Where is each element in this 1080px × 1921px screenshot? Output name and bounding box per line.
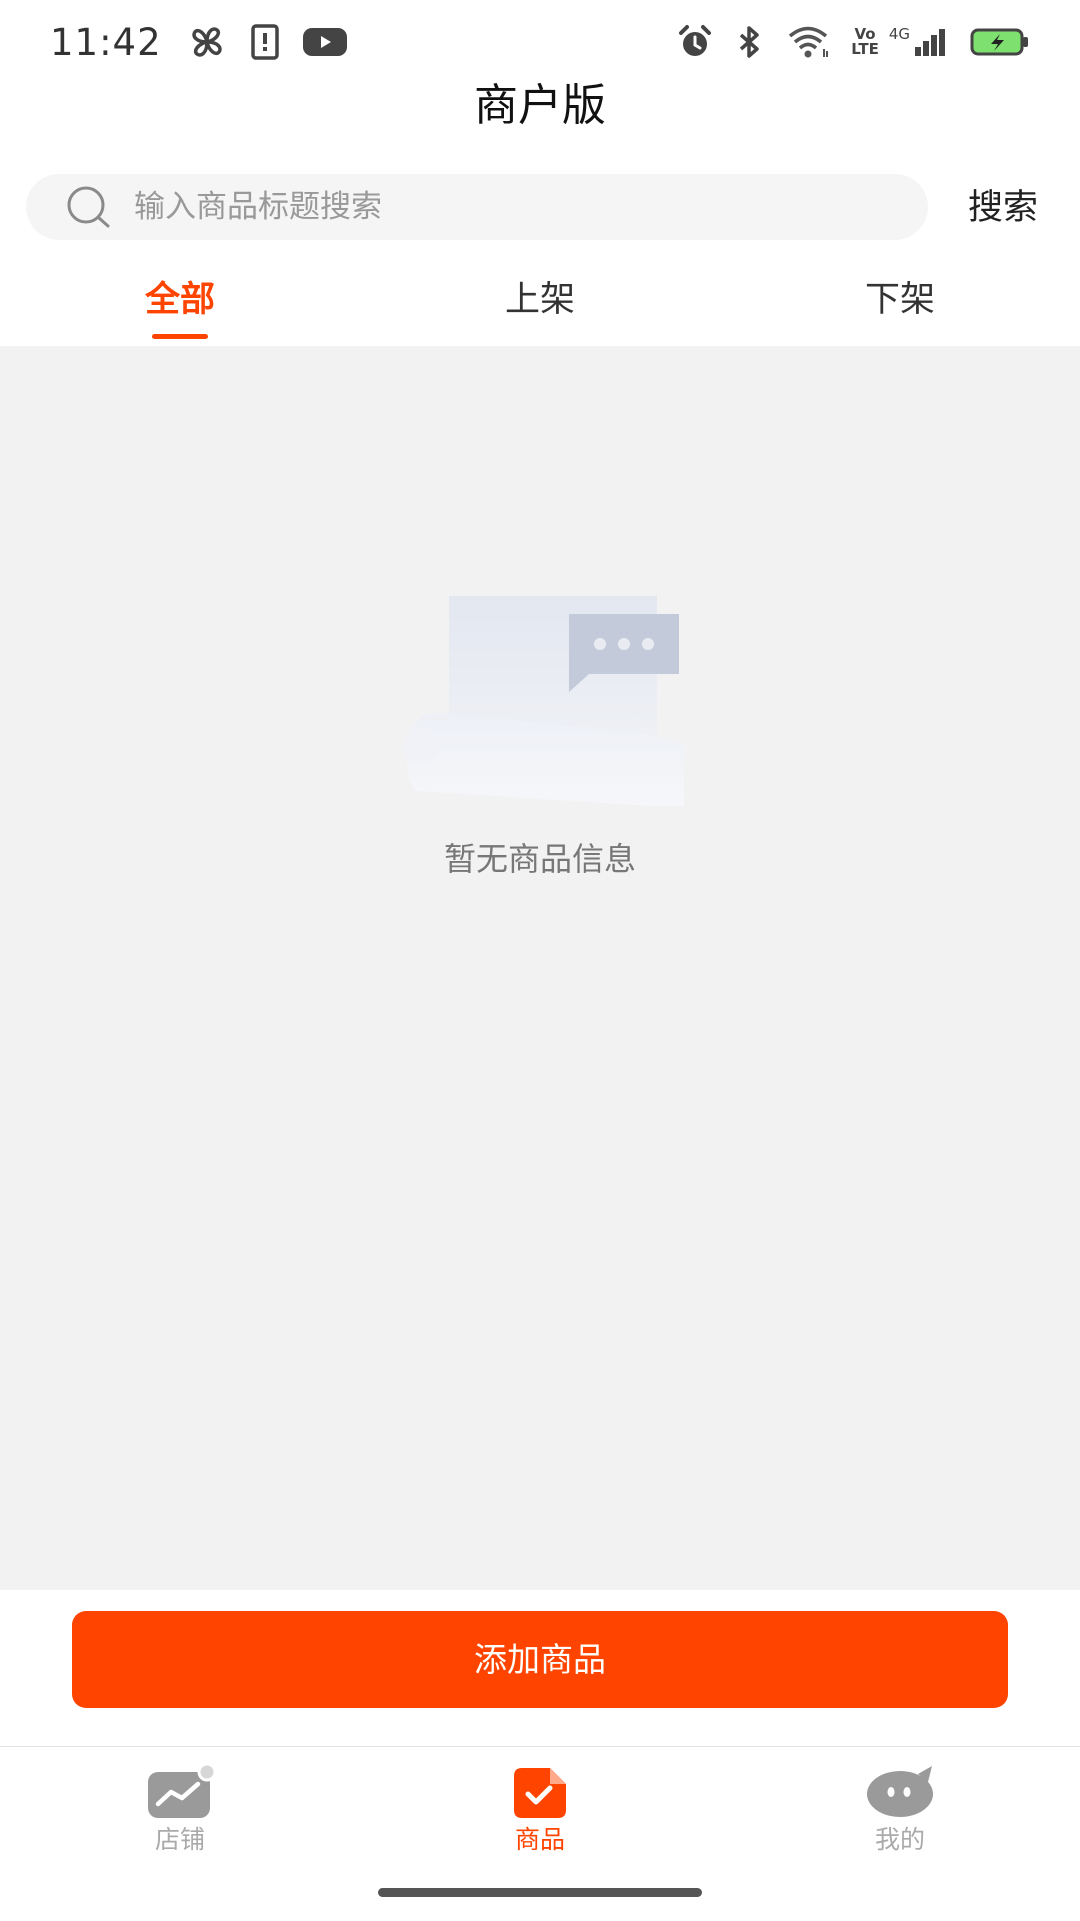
home-indicator[interactable] bbox=[378, 1888, 702, 1897]
notification-icon bbox=[250, 24, 280, 60]
status-bar: 11:42 Vo LTE 4G bbox=[0, 0, 1080, 84]
product-icon bbox=[440, 1761, 640, 1823]
add-product-button[interactable]: 添加商品 bbox=[72, 1611, 1008, 1708]
pinwheel-icon bbox=[186, 23, 228, 61]
nav-label: 店铺 bbox=[154, 1825, 205, 1854]
tab-active-indicator bbox=[152, 334, 208, 339]
search-icon bbox=[66, 185, 114, 229]
signal-icon: 4G bbox=[889, 27, 948, 57]
tab-label: 全部 bbox=[144, 280, 215, 320]
shop-chart-icon bbox=[80, 1761, 280, 1823]
status-tabs: 全部 上架 下架 bbox=[0, 268, 1080, 346]
volte-icon: Vo LTE bbox=[851, 25, 879, 58]
empty-state-illustration-icon bbox=[392, 596, 692, 810]
profile-icon bbox=[800, 1761, 1000, 1823]
nav-label: 我的 bbox=[874, 1825, 925, 1854]
nav-item-profile[interactable]: 我的 bbox=[800, 1761, 1000, 1861]
search-button[interactable]: 搜索 bbox=[968, 180, 1038, 236]
product-list-area[interactable]: 暂无商品信息 bbox=[0, 346, 1080, 1590]
tab-off-shelf[interactable]: 下架 bbox=[720, 268, 1080, 346]
battery-charging-icon bbox=[970, 27, 1030, 57]
nav-item-products[interactable]: 商品 bbox=[440, 1761, 640, 1861]
nav-item-shop[interactable]: 店铺 bbox=[80, 1761, 280, 1861]
youtube-icon bbox=[302, 26, 348, 58]
tab-label: 下架 bbox=[864, 280, 935, 320]
wifi-icon bbox=[787, 25, 829, 59]
alarm-icon bbox=[677, 24, 713, 60]
search-input[interactable] bbox=[132, 188, 896, 226]
search-bar[interactable] bbox=[26, 174, 928, 240]
status-time: 11:42 bbox=[50, 20, 162, 64]
nav-label: 商品 bbox=[514, 1825, 565, 1854]
empty-state-message: 暂无商品信息 bbox=[443, 840, 636, 878]
tab-all[interactable]: 全部 bbox=[0, 268, 360, 346]
page-title: 商户版 bbox=[474, 80, 606, 131]
bluetooth-icon bbox=[735, 24, 765, 60]
tab-label: 上架 bbox=[504, 280, 575, 320]
tab-on-shelf[interactable]: 上架 bbox=[360, 268, 720, 346]
